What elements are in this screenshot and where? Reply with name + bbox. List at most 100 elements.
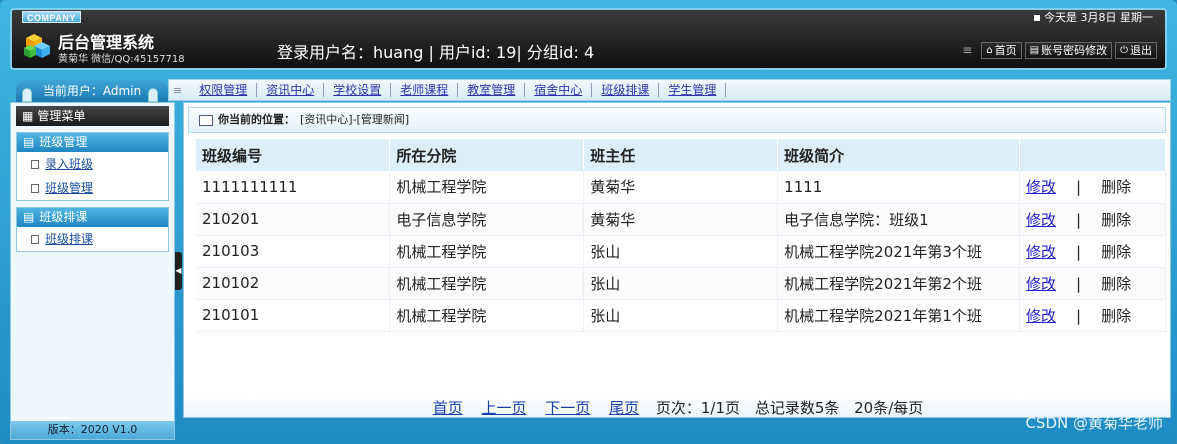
table-cell: 210201	[196, 203, 391, 236]
company-logo-text: COMPANY	[22, 11, 81, 23]
add-class-link[interactable]: 录入班级	[45, 152, 93, 176]
class-table: 班级编号 所在分院 班主任 班级简介 1111111111 机械工程学院 黄菊华 11…	[196, 139, 1166, 332]
class-schedule-link[interactable]: 班级排课	[45, 227, 93, 251]
table-row: 210102 机械工程学院 张山 机械工程学院2021年第2个班 修改 | 删除	[196, 267, 1166, 300]
watermark: CSDN @黄菊华老师	[1025, 414, 1163, 432]
table-cell: 机械工程学院	[389, 171, 585, 204]
list-icon: ▤	[23, 135, 35, 149]
class-management-link[interactable]: 班级管理	[45, 176, 93, 200]
table-row: 1111111111 机械工程学院 黄菊华 1111 修改 | 删除	[196, 171, 1166, 204]
edit-link[interactable]: 修改	[1026, 211, 1056, 229]
table-cell: 张山	[583, 299, 779, 332]
pager-last[interactable]: 尾页	[609, 399, 639, 417]
table-row: 210103 机械工程学院 张山 机械工程学院2021年第3个班 修改 | 删除	[196, 235, 1166, 268]
menu-title: 管理菜单	[37, 109, 86, 123]
logout-button[interactable]: ⏻ 退出	[1115, 41, 1157, 59]
table-cell: 黄菊华	[583, 171, 779, 204]
main-content: 你当前的位置： [资讯中心]-[管理新闻] 班级编号 所在分院 班主任 班级简介…	[183, 102, 1171, 418]
change-password-label: 账号密码修改	[1041, 43, 1108, 57]
chevron-left-icon: ◀	[175, 266, 182, 275]
sidebar-item-class-management[interactable]: 班级管理	[17, 176, 168, 200]
window-icon	[199, 114, 213, 126]
col-class-id: 班级编号	[196, 139, 391, 171]
sidebar-item-class-schedule[interactable]: 班级排课	[17, 227, 168, 251]
pager-per-page: 20条/每页	[854, 399, 924, 417]
breadcrumb: 你当前的位置： [资讯中心]-[管理新闻]	[188, 107, 1166, 133]
group-class-management: ▤ 班级管理 录入班级 班级管理	[16, 132, 169, 201]
current-user-tab: 当前用户：Admin	[16, 80, 168, 102]
home-button[interactable]: ⌂ 首页	[981, 41, 1022, 59]
table-row: 210101 机械工程学院 张山 机械工程学院2021年第1个班 修改 | 删除	[196, 299, 1166, 332]
col-class-intro: 班级简介	[777, 139, 1021, 171]
breadcrumb-label: 你当前的位置：	[218, 113, 295, 126]
row-actions: 修改 | 删除	[1019, 171, 1166, 204]
nav-school-settings[interactable]: 学校设置	[324, 83, 392, 97]
header-buttons: ≡ ⌂ 首页 ▤ 账号密码修改 ⏻ 退出	[962, 41, 1157, 59]
page-icon	[31, 159, 39, 169]
tab-knob-right	[148, 88, 158, 102]
edit-link[interactable]: 修改	[1026, 307, 1056, 325]
home-icon: ⌂	[986, 44, 993, 56]
action-separator: |	[1076, 210, 1082, 229]
group-title-text: 班级管理	[39, 135, 88, 149]
list-icon: ▤	[23, 210, 35, 224]
current-user-label: 当前用户：Admin	[42, 84, 142, 98]
table-row: 210201 电子信息学院 黄菊华 电子信息学院：班级1 修改 | 删除	[196, 203, 1166, 236]
edit-link[interactable]: 修改	[1026, 178, 1056, 196]
page-icon	[31, 183, 39, 193]
table-cell: 机械工程学院2021年第2个班	[777, 267, 1021, 300]
date-text: 今天是 3月8日 星期一	[1044, 11, 1153, 24]
table-cell: 电子信息学院	[389, 203, 585, 236]
edit-link[interactable]: 修改	[1026, 275, 1056, 293]
action-separator: |	[1076, 274, 1082, 293]
nav-students[interactable]: 学生管理	[659, 83, 727, 97]
row-actions: 修改 | 删除	[1019, 267, 1166, 300]
change-password-button[interactable]: ▤ 账号密码修改	[1024, 41, 1113, 59]
nav-dormitory[interactable]: 宿舍中心	[525, 83, 593, 97]
table-cell: 1111111111	[196, 171, 391, 204]
page-icon	[31, 234, 39, 244]
home-button-label: 首页	[994, 43, 1017, 57]
nav-class-schedule[interactable]: 班级排课	[592, 83, 660, 97]
action-separator: |	[1076, 242, 1082, 261]
table-cell: 机械工程学院	[389, 267, 585, 300]
nav-classroom[interactable]: 教室管理	[458, 83, 526, 97]
table-cell: 机械工程学院	[389, 299, 585, 332]
doc-icon: ▤	[1029, 44, 1040, 56]
system-subtitle: 黄菊华 微信/QQ:45157718	[58, 54, 185, 65]
sidebar: ▦ 管理菜单 ▤ 班级管理 录入班级 班级管理 ▤ 班级排课 班级排课 版本：2…	[10, 102, 175, 440]
group-title-text: 班级排课	[39, 210, 88, 224]
delete-button[interactable]: 删除	[1101, 211, 1131, 229]
nav-teacher-courses[interactable]: 老师课程	[391, 83, 459, 97]
table-cell: 210103	[196, 235, 391, 268]
pager-first[interactable]: 首页	[433, 399, 463, 417]
edit-link[interactable]: 修改	[1026, 243, 1056, 261]
table-cell: 张山	[583, 235, 779, 268]
nav-news-center[interactable]: 资讯中心	[257, 83, 325, 97]
col-college: 所在分院	[389, 139, 585, 171]
table-cell: 机械工程学院2021年第1个班	[777, 299, 1021, 332]
pager-next[interactable]: 下一页	[545, 399, 590, 417]
nav-permissions[interactable]: 权限管理	[190, 83, 258, 97]
group-title-class-management[interactable]: ▤ 班级管理	[17, 133, 168, 152]
delete-button[interactable]: 删除	[1101, 275, 1131, 293]
table-cell: 黄菊华	[583, 203, 779, 236]
delete-button[interactable]: 删除	[1101, 178, 1131, 196]
pager-page-info: 页次：1/1页	[655, 399, 741, 417]
delete-button[interactable]: 删除	[1101, 243, 1131, 261]
group-title-class-schedule[interactable]: ▤ 班级排课	[17, 208, 168, 227]
sidebar-collapse-handle[interactable]: ◀	[175, 252, 182, 290]
group-class-schedule: ▤ 班级排课 班级排课	[16, 207, 169, 252]
table-cell: 机械工程学院	[389, 235, 585, 268]
delete-button[interactable]: 删除	[1101, 307, 1131, 325]
grid-icon: ▦	[22, 109, 34, 123]
pager-prev[interactable]: 上一页	[481, 399, 526, 417]
date-display: 今天是 3月8日 星期一	[1034, 11, 1153, 25]
tab-knob-left	[22, 88, 32, 102]
row-actions: 修改 | 删除	[1019, 299, 1166, 332]
action-separator: |	[1076, 178, 1082, 197]
table-cell: 210102	[196, 267, 391, 300]
grip-icon: ≡	[173, 83, 183, 97]
menu-header: ▦ 管理菜单	[16, 106, 169, 126]
sidebar-item-add-class[interactable]: 录入班级	[17, 152, 168, 176]
